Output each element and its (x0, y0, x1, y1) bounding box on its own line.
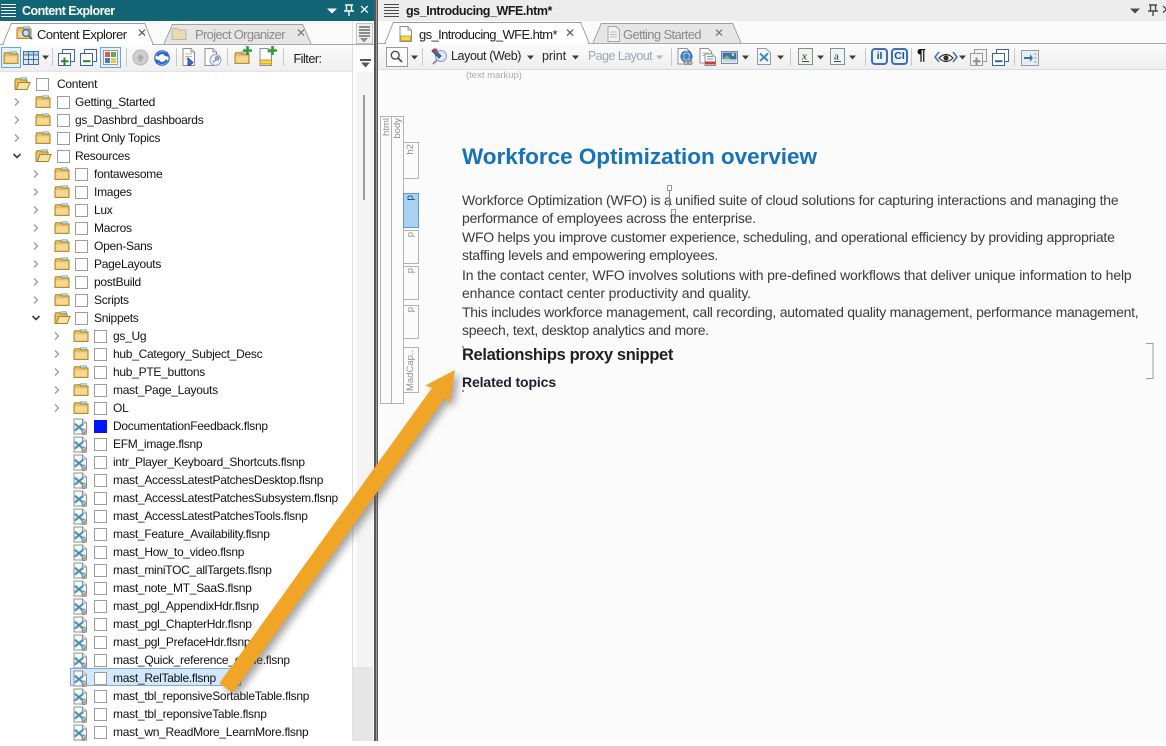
svg-text:x: x (801, 51, 807, 63)
svg-text:a: a (834, 51, 839, 63)
